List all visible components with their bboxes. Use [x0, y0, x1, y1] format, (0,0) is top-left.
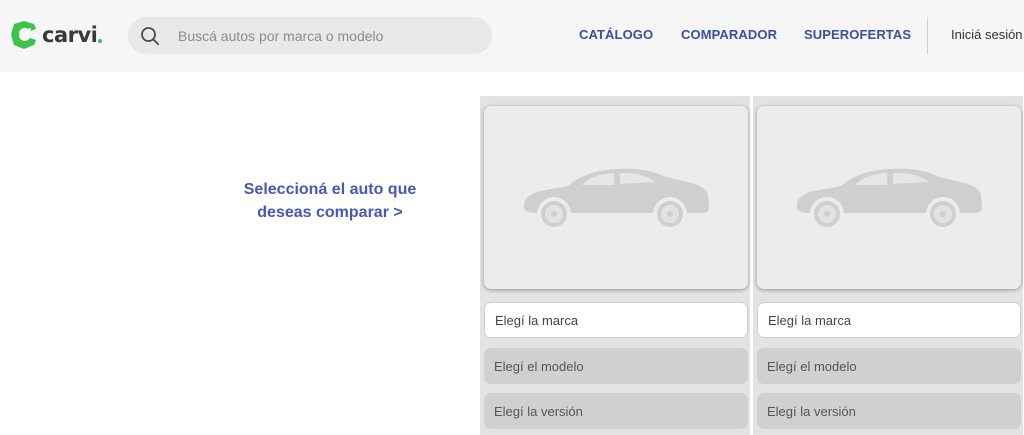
car-image-placeholder[interactable] [484, 106, 748, 289]
compare-prompt: Seleccioná el auto que deseas comparar > [230, 178, 430, 224]
prompt-line-2: deseas comparar > [257, 204, 403, 221]
nav-superoffers[interactable]: SUPEROFERTAS [804, 27, 911, 42]
search-icon[interactable] [140, 26, 160, 46]
logo-dot [98, 39, 103, 43]
logo[interactable]: carvi [9, 20, 103, 50]
car-placeholder-icon [797, 168, 982, 231]
prompt-line-1: Seleccioná el auto que [243, 181, 417, 198]
nav-divider [927, 17, 928, 54]
model-select[interactable]: Elegí el modelo [757, 348, 1021, 384]
car-image-placeholder[interactable] [757, 106, 1021, 289]
nav-catalog[interactable]: CATÁLOGO [579, 27, 653, 42]
version-select[interactable]: Elegí la versión [484, 393, 748, 429]
car-placeholder-icon [524, 168, 709, 231]
carvi-logo-icon [11, 21, 36, 49]
brand-select[interactable]: Elegí la marca [484, 302, 748, 338]
compare-slot-1: Elegí la marca Elegí el modelo Elegí la … [480, 96, 750, 435]
model-select[interactable]: Elegí el modelo [484, 348, 748, 384]
compare-slot-2: Elegí la marca Elegí el modelo Elegí la … [753, 96, 1023, 435]
brand-select[interactable]: Elegí la marca [757, 302, 1021, 338]
search-bar [128, 17, 492, 54]
header: carvi CATÁLOGO COMPARADOR SUPEROFERTAS I… [0, 0, 1024, 72]
nav-comparator[interactable]: COMPARADOR [681, 27, 777, 42]
search-input[interactable] [178, 27, 478, 44]
version-select[interactable]: Elegí la versión [757, 393, 1021, 429]
login-link[interactable]: Iniciá sesión [951, 27, 1023, 42]
logo-text: carvi [42, 23, 98, 47]
